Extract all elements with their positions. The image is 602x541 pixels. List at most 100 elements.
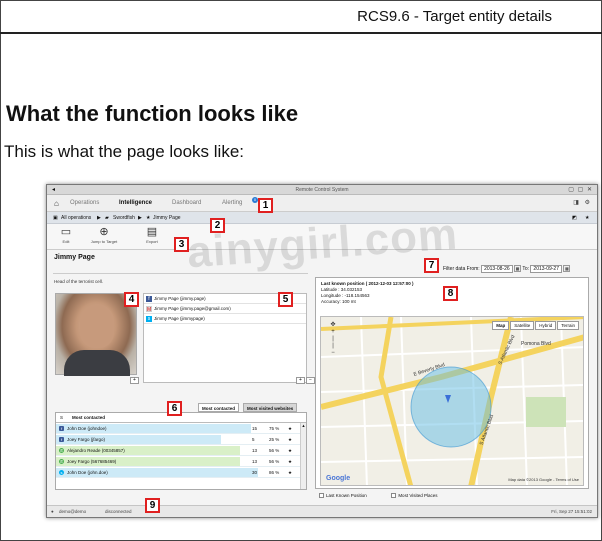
calendar-icon[interactable]: ▦: [514, 265, 522, 272]
main-tab-bar: ⌂ Operations Intelligence Dashboard Aler…: [47, 195, 597, 212]
map-type-hybrid[interactable]: Hybrid: [535, 321, 557, 330]
map-type-satellite[interactable]: Satellite: [510, 321, 535, 330]
contact-count: 13: [252, 459, 258, 464]
favorite-icon[interactable]: ★: [585, 215, 589, 221]
export-button[interactable]: ▤ Export: [135, 226, 169, 244]
edit-icon: ▭: [60, 226, 72, 238]
callout-3: 3: [174, 237, 189, 252]
callout-5: 5: [278, 292, 293, 307]
facebook-icon: f: [59, 426, 64, 431]
table-scrollbar[interactable]: ▲: [300, 423, 306, 489]
facebook-icon: f: [146, 296, 152, 302]
contact-name: Alejandro Reade (00345857): [67, 448, 125, 453]
gmail-icon: M: [146, 306, 152, 313]
from-date-field[interactable]: 2013-08-26: [481, 265, 513, 273]
tab-most-contacted[interactable]: Most contacted: [198, 403, 240, 412]
map-credit[interactable]: Map data ©2013 Google - Terms of Use: [508, 477, 579, 482]
star-icon[interactable]: ★: [288, 467, 292, 478]
map-type-map[interactable]: Map: [492, 321, 510, 330]
legend-label: Last Known Position: [326, 493, 367, 498]
breadcrumb-item-entity[interactable]: Jimmy Page: [153, 215, 181, 221]
breadcrumb-item-operation[interactable]: Swordfish: [113, 215, 135, 221]
to-date-field[interactable]: 2013-09-27: [530, 265, 562, 273]
callout-8: 8: [443, 286, 458, 301]
contact-name: Joey Fargo (567685469): [67, 459, 117, 464]
tab-intelligence[interactable]: Intelligence: [119, 200, 152, 206]
callout-6: 6: [167, 401, 182, 416]
folder-icon: ▰: [105, 215, 109, 221]
whatsapp-icon: ✆: [59, 448, 64, 453]
contact-row[interactable]: s Jimmy Page (jimmypage): [144, 314, 306, 324]
callout-2: 2: [210, 218, 225, 233]
add-contact-button[interactable]: +: [296, 377, 305, 384]
whatsapp-icon: ✆: [59, 459, 64, 464]
contact-percent: 86 %: [269, 470, 280, 475]
home-icon[interactable]: ⌂: [54, 199, 59, 208]
star-icon[interactable]: ★: [288, 445, 292, 456]
location-map[interactable]: Pomona Blvd E Beverly Blvd S Atlantic Bl…: [320, 316, 584, 486]
star-icon[interactable]: ★: [288, 423, 292, 434]
user-icon: ●: [51, 509, 54, 514]
map-box: Last known position ( 2012-12-03 12:57:0…: [315, 277, 589, 489]
facebook-icon: f: [59, 437, 64, 442]
breadcrumb-item-all-operations[interactable]: All operations: [61, 215, 91, 221]
tab-alerting[interactable]: Alerting: [222, 200, 242, 206]
map-pan-zoom-control[interactable]: ✥ + | | −: [325, 322, 341, 357]
position-info: Last known position ( 2012-12-03 12:57:0…: [321, 281, 414, 305]
star-icon[interactable]: ★: [288, 456, 292, 467]
star-icon[interactable]: ★: [288, 434, 292, 445]
callout-9: 9: [145, 498, 160, 513]
table-row[interactable]: f John Doe (johndoe) 15 75 % ★: [56, 423, 306, 434]
star-icon: ★: [146, 215, 151, 221]
body-paragraph: This is what the page looks like:: [4, 142, 245, 161]
from-label: From:: [466, 266, 480, 272]
table-row[interactable]: ✆ Joey Fargo (567685469) 13 56 % ★: [56, 456, 306, 467]
contact-handle: Jimmy Page (jimmypage): [154, 316, 205, 321]
edit-button[interactable]: ▭ Edit: [49, 226, 83, 244]
last-known-position-checkbox[interactable]: [319, 493, 324, 499]
table-row[interactable]: ✆ Alejandro Reade (00345857) 13 56 % ★: [56, 445, 306, 456]
edit-label: Edit: [62, 239, 70, 244]
entity-description: Head of the terrorist cell.: [54, 279, 104, 284]
entity-content: Jimmy Page Head of the terrorist cell. +…: [47, 251, 597, 501]
map-type-terrain[interactable]: Terrain: [557, 321, 579, 330]
status-bar: ● demo@demo disconnected Fri, Sep 27 15:…: [47, 505, 597, 517]
breadcrumb-separator: ▶: [138, 215, 142, 221]
tab-dashboard[interactable]: Dashboard: [172, 200, 201, 206]
most-visited-places-checkbox[interactable]: [391, 493, 397, 499]
column-header-service[interactable]: S: [60, 413, 63, 423]
export-icon[interactable]: ◩: [572, 215, 577, 221]
contact-count: 30: [252, 470, 258, 475]
window-controls-icon[interactable]: ▢ ▢ ✕: [568, 186, 593, 193]
settings-icon[interactable]: ◨ ⚙: [573, 199, 592, 206]
date-filter: Filter data From: 2013-08-26 ▦ To: 2013-…: [443, 265, 571, 273]
contact-list-buttons: + −: [295, 377, 315, 384]
table-row[interactable]: f Joey Fargo (jfargo) 5 25 % ★: [56, 434, 306, 445]
contact-handle: Jimmy Page (jimmy.page@gmail.com): [154, 306, 231, 311]
section-heading: What the function looks like: [6, 101, 299, 126]
table-row[interactable]: s John Doe (john.doe) 30 86 % ★: [56, 467, 306, 478]
tab-most-visited-websites[interactable]: Most visited websites: [243, 403, 298, 412]
screenshot-figure: ◂ Remote Control System ▢ ▢ ✕ ⌂ Operatio…: [46, 184, 598, 518]
remove-contact-button[interactable]: −: [306, 377, 315, 384]
jump-to-target-button[interactable]: ⊕ Jump to Target: [87, 226, 121, 244]
filter-label: Filter data: [443, 266, 466, 272]
callout-7: 7: [424, 258, 439, 273]
contact-percent: 56 %: [269, 459, 280, 464]
column-header-most-contacted[interactable]: Most contacted: [72, 413, 105, 423]
to-label: To:: [522, 266, 530, 272]
calendar-icon[interactable]: ▦: [563, 265, 571, 272]
photo-add-button[interactable]: +: [130, 377, 139, 384]
contact-name: Joey Fargo (jfargo): [67, 437, 106, 442]
header-rule: [0, 32, 602, 34]
skype-icon: s: [146, 316, 152, 322]
action-toolbar: ▭ Edit ⊕ Jump to Target ▤ Export: [47, 224, 597, 250]
tab-operations[interactable]: Operations: [70, 200, 99, 206]
running-header: RCS9.6 - Target entity details: [357, 8, 552, 25]
street-label: Pomona Blvd: [521, 341, 551, 347]
skype-icon: s: [59, 470, 64, 475]
window-titlebar: ◂ Remote Control System ▢ ▢ ✕: [47, 185, 597, 195]
contact-percent: 75 %: [269, 426, 280, 431]
map-legend: Last Known Position Most Visited Places: [319, 493, 438, 499]
callout-4: 4: [124, 292, 139, 307]
